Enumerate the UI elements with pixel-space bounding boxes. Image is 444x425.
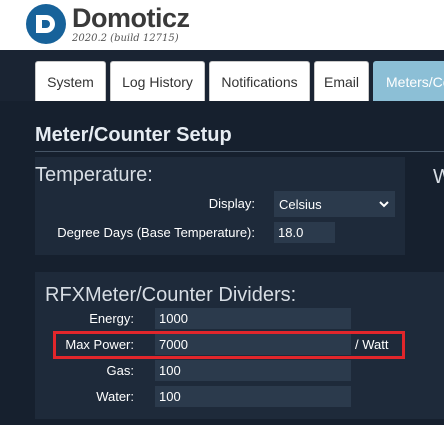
degree-days-label: Degree Days (Base Temperature): <box>57 225 255 240</box>
settings-tabs: System Log History Notifications Email M… <box>35 61 444 101</box>
title-divider <box>35 151 444 152</box>
tab-meters-counters[interactable]: Meters/Counters <box>373 61 444 101</box>
chevron-down-icon <box>379 200 389 207</box>
gas-label: Gas: <box>106 363 134 378</box>
water-label: Water: <box>96 389 134 404</box>
display-select-value: Celsius <box>279 196 322 212</box>
energy-label: Energy: <box>89 311 134 326</box>
rfx-title: RFXMeter/Counter Dividers: <box>45 284 297 306</box>
display-label: Display: <box>208 196 255 211</box>
energy-input[interactable]: 1000 <box>155 308 351 329</box>
app-name: Domoticz <box>72 3 190 33</box>
gas-input[interactable]: 100 <box>155 360 351 381</box>
tab-notifications[interactable]: Notifications <box>209 61 310 101</box>
temperature-title: Temperature: <box>35 164 153 186</box>
tab-log-history[interactable]: Log History <box>110 61 205 101</box>
header-bar: Domoticz 2020.2 (build 12715) <box>0 0 444 50</box>
degree-days-input[interactable]: 18.0 <box>274 222 335 243</box>
tab-email[interactable]: Email <box>314 61 369 101</box>
domoticz-logo-icon[interactable] <box>26 4 66 44</box>
next-panel-title: W <box>433 166 444 188</box>
page-title: Meter/Counter Setup <box>35 124 232 146</box>
app-version: 2020.2 (build 12715) <box>72 33 179 44</box>
max-power-highlight <box>53 331 405 359</box>
display-select[interactable]: Celsius <box>274 191 395 217</box>
water-input[interactable]: 100 <box>155 386 351 407</box>
tab-system[interactable]: System <box>35 61 106 101</box>
